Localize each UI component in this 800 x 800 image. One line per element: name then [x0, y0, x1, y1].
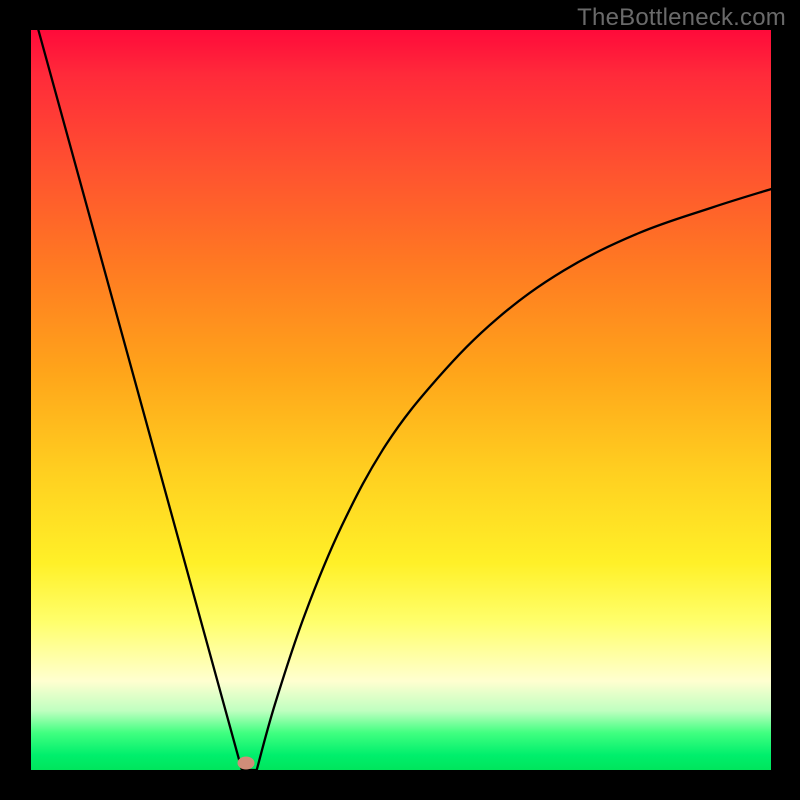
optimum-marker [237, 756, 254, 769]
chart-frame: TheBottleneck.com [0, 0, 800, 800]
bottleneck-curve [31, 30, 771, 770]
watermark-text: TheBottleneck.com [577, 4, 786, 32]
curve-path [38, 30, 771, 770]
